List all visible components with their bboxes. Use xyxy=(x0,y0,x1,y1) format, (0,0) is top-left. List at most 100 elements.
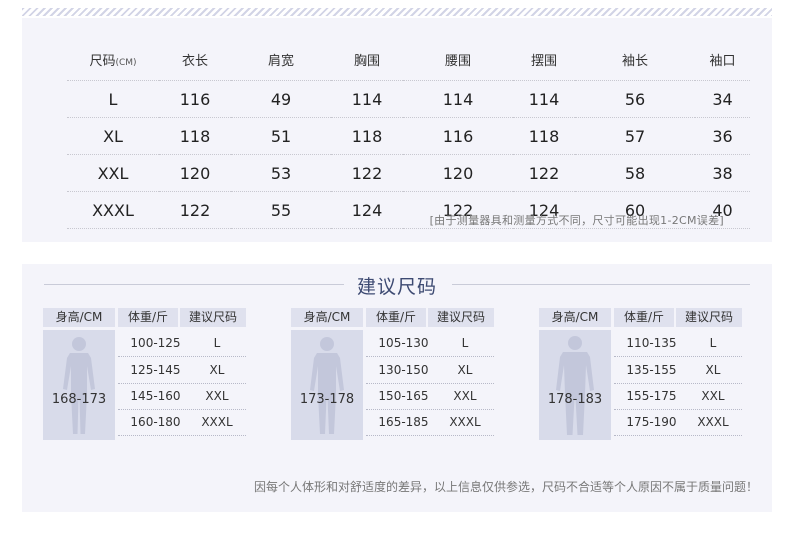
weight-range: 150-165 xyxy=(378,389,429,403)
suggested-size: L xyxy=(709,336,717,350)
header-hem: 摆围 xyxy=(513,38,575,81)
weight-range: 110-135 xyxy=(626,336,677,350)
recommend-block-1: 身高/CM 体重/斤 建议尺码 168-173 100-125 L 125-145… xyxy=(43,308,248,448)
weight-range: 165-185 xyxy=(378,415,429,429)
list-item: 145-160 XXL xyxy=(118,383,246,410)
table-cell: L xyxy=(67,80,159,118)
suggested-size: XXL xyxy=(453,389,477,403)
header-size: 尺码(CM) xyxy=(67,38,159,81)
list-item: 150-165 XXL xyxy=(366,383,494,410)
header-height: 身高/CM xyxy=(43,308,115,327)
weight-range: 175-190 xyxy=(626,415,677,429)
table-cell: 57 xyxy=(575,117,695,155)
table-cell: 58 xyxy=(575,154,695,192)
table-cell: 53 xyxy=(231,154,331,192)
table-cell: 122 xyxy=(513,154,575,192)
table-cell: XXXL xyxy=(67,191,159,229)
table-cell: 114 xyxy=(331,80,403,118)
size-recommendation-panel: 建议尺码 身高/CM 体重/斤 建议尺码 168-173 100-125 L 12… xyxy=(22,264,772,512)
header-waist: 腰围 xyxy=(403,38,513,81)
disclaimer-text: 因每个人体形和对舒适度的差异，以上信息仅供参选，尺码不合适等个人原因不属于质量问… xyxy=(253,480,758,494)
header-weight: 体重/斤 xyxy=(366,308,426,327)
table-cell: 114 xyxy=(403,80,513,118)
table-cell: 34 xyxy=(695,80,750,118)
table-cell: XL xyxy=(67,117,159,155)
table-cell: 55 xyxy=(231,191,331,229)
list-item: 105-130 L xyxy=(366,330,494,357)
header-suggested-size: 建议尺码 xyxy=(428,308,494,327)
measurement-note: [由于测量器具和测量方式不同，尺寸可能出现1-2CM误差] xyxy=(429,214,724,227)
table-cell: 49 xyxy=(231,80,331,118)
unit-label: (CM) xyxy=(115,57,137,68)
decorative-stripe-band xyxy=(22,8,772,16)
table-cell: 114 xyxy=(513,80,575,118)
list-item: 135-155 XL xyxy=(614,357,742,384)
suggested-size: L xyxy=(461,336,469,350)
weight-range: 135-155 xyxy=(626,363,677,377)
header-weight: 体重/斤 xyxy=(118,308,178,327)
list-item: 165-185 XXXL xyxy=(366,409,494,436)
size-chart-panel: 尺码(CM) 衣长 肩宽 胸围 腰围 摆围 袖长 袖口 L 116 49 114… xyxy=(22,18,772,242)
suggested-size: XXL xyxy=(701,389,725,403)
suggested-size: L xyxy=(213,336,221,350)
table-cell: 120 xyxy=(159,154,231,192)
weight-range: 130-150 xyxy=(378,363,429,377)
header-suggested-size: 建议尺码 xyxy=(676,308,742,327)
header-sleeve-length: 袖长 xyxy=(575,38,695,81)
table-cell: 118 xyxy=(159,117,231,155)
height-range: 168-173 xyxy=(51,392,107,407)
recommend-block-3: 身高/CM 体重/斤 建议尺码 178-183 110-135 L 135-155… xyxy=(539,308,744,448)
table-cell: 38 xyxy=(695,154,750,192)
figure-panel: 168-173 xyxy=(43,330,115,440)
list-item: 130-150 XL xyxy=(366,357,494,384)
table-cell: 122 xyxy=(331,154,403,192)
weight-range: 125-145 xyxy=(130,363,181,377)
table-cell: XXL xyxy=(67,154,159,192)
weight-range: 145-160 xyxy=(130,389,181,403)
table-cell: 116 xyxy=(403,117,513,155)
weight-range: 155-175 xyxy=(626,389,677,403)
person-silhouette-icon xyxy=(556,336,594,435)
person-silhouette-icon xyxy=(310,337,344,434)
header-length: 衣长 xyxy=(159,38,231,81)
header-shoulder: 肩宽 xyxy=(231,38,331,81)
recommend-title: 建议尺码 xyxy=(356,276,437,298)
table-row: XL 118 51 118 116 118 57 36 xyxy=(67,117,750,155)
table-cell: 120 xyxy=(403,154,513,192)
list-item: 175-190 XXXL xyxy=(614,409,742,436)
list-item: 100-125 L xyxy=(118,330,246,357)
table-row: XXL 120 53 122 120 122 58 38 xyxy=(67,154,750,192)
size-table-header: 尺码(CM) 衣长 肩宽 胸围 腰围 摆围 袖长 袖口 xyxy=(67,38,750,81)
height-range: 178-183 xyxy=(547,392,603,407)
height-range: 173-178 xyxy=(299,392,355,407)
weight-range: 160-180 xyxy=(130,415,181,429)
table-row: L 116 49 114 114 114 56 34 xyxy=(67,80,750,118)
weight-range: 105-130 xyxy=(378,336,429,350)
suggested-size: XXXL xyxy=(201,415,233,429)
table-cell: 118 xyxy=(331,117,403,155)
suggested-size: XL xyxy=(705,363,721,377)
recommend-block-2: 身高/CM 体重/斤 建议尺码 173-178 105-130 L 130-150… xyxy=(291,308,496,448)
suggested-size: XXL xyxy=(205,389,229,403)
header-height: 身高/CM xyxy=(291,308,363,327)
person-silhouette-icon xyxy=(63,337,95,434)
suggested-size: XL xyxy=(457,363,473,377)
header-weight: 体重/斤 xyxy=(614,308,674,327)
table-cell: 51 xyxy=(231,117,331,155)
size-table: 尺码(CM) 衣长 肩宽 胸围 腰围 摆围 袖长 袖口 L 116 49 114… xyxy=(67,38,750,229)
suggested-size: XXXL xyxy=(697,415,729,429)
table-cell: 116 xyxy=(159,80,231,118)
list-item: 110-135 L xyxy=(614,330,742,357)
header-cuff: 袖口 xyxy=(695,38,750,81)
table-cell: 122 xyxy=(159,191,231,229)
header-suggested-size: 建议尺码 xyxy=(180,308,246,327)
list-item: 125-145 XL xyxy=(118,357,246,384)
header-chest: 胸围 xyxy=(331,38,403,81)
list-item: 160-180 XXXL xyxy=(118,409,246,436)
figure-panel: 178-183 xyxy=(539,330,611,440)
suggested-size: XL xyxy=(209,363,225,377)
table-cell: 124 xyxy=(331,191,403,229)
table-cell: 118 xyxy=(513,117,575,155)
list-item: 155-175 XXL xyxy=(614,383,742,410)
suggested-size: XXXL xyxy=(449,415,481,429)
